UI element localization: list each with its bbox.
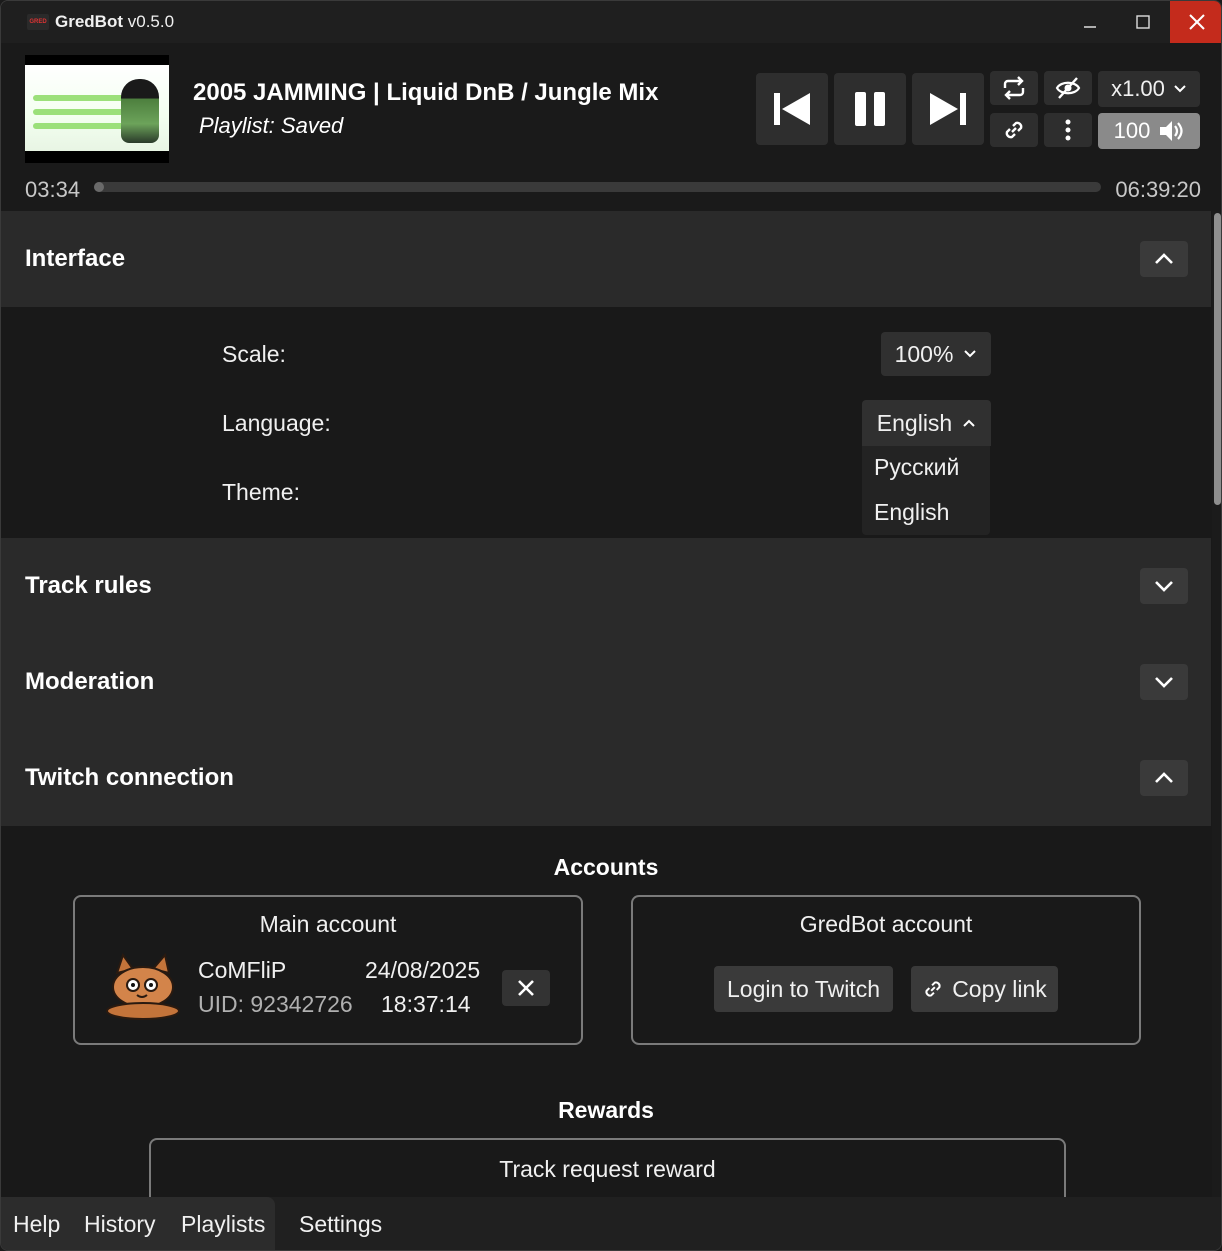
scale-value: 100% xyxy=(894,340,954,367)
maximize-button[interactable] xyxy=(1116,1,1169,43)
link-icon xyxy=(1005,121,1023,139)
app-title: GredBot v0.5.0 xyxy=(55,12,174,32)
title-bar: GRED GredBot v0.5.0 xyxy=(1,1,1221,43)
progress-bar[interactable] xyxy=(94,182,1101,192)
reward-title: Track request reward xyxy=(499,1156,716,1182)
scale-label: Scale: xyxy=(222,341,286,367)
section-twitch-header[interactable]: Twitch connection xyxy=(1,730,1211,826)
speaker-icon xyxy=(1160,121,1183,141)
volume-control[interactable]: 100 xyxy=(1098,113,1200,149)
collapse-button[interactable] xyxy=(1140,760,1188,796)
next-icon xyxy=(930,93,966,125)
previous-icon xyxy=(774,93,810,125)
thumbnail-stripe xyxy=(33,109,133,115)
close-icon xyxy=(1188,14,1205,30)
card-title: GredBot account xyxy=(799,911,973,937)
tab-help[interactable]: Help xyxy=(13,1211,60,1238)
speed-value: x1.00 xyxy=(1111,76,1165,101)
avatar xyxy=(106,952,180,1020)
link-button[interactable] xyxy=(990,113,1038,147)
repeat-button[interactable] xyxy=(990,71,1038,105)
chevron-down-icon xyxy=(1174,85,1186,93)
volume-value: 100 xyxy=(1113,118,1151,143)
next-button[interactable] xyxy=(912,73,984,145)
close-button[interactable] xyxy=(1170,1,1221,43)
tab-settings[interactable]: Settings xyxy=(299,1211,382,1238)
link-icon xyxy=(925,981,941,997)
account-time: 18:37:14 xyxy=(381,991,471,1017)
scrollbar[interactable] xyxy=(1212,211,1221,1197)
expand-button[interactable] xyxy=(1140,664,1188,700)
tab-playlists[interactable]: Playlists xyxy=(181,1211,265,1238)
account-username: CoMFliP xyxy=(198,957,287,983)
minimize-button[interactable] xyxy=(1063,1,1116,43)
playlist-label: Playlist: Saved xyxy=(199,113,344,138)
progress-fill xyxy=(94,182,104,192)
collapse-button[interactable] xyxy=(1140,241,1188,277)
accounts-heading: Accounts xyxy=(553,854,659,880)
chevron-down-icon xyxy=(964,350,977,358)
section-title: Track rules xyxy=(25,572,152,599)
settings-content: Interface Scale: 100% Language: English … xyxy=(1,211,1211,1197)
tab-history[interactable]: History xyxy=(84,1211,156,1238)
scale-select[interactable]: 100% xyxy=(881,332,991,376)
language-dropdown-menu: Русский English xyxy=(862,446,990,535)
rewards-heading: Rewards xyxy=(558,1097,654,1123)
copy-link-button[interactable]: Copy link xyxy=(911,966,1058,1012)
thumbnail-image xyxy=(25,65,169,151)
language-option-english[interactable]: English xyxy=(874,499,949,526)
minimize-icon xyxy=(1083,26,1096,28)
close-icon xyxy=(518,980,534,996)
main-account-card: Main account CoMFliP UID: 92342726 24/08… xyxy=(73,895,583,1045)
speed-select[interactable]: x1.00 xyxy=(1098,71,1200,107)
app-logo-icon: GRED xyxy=(27,14,49,30)
login-twitch-label: Login to Twitch xyxy=(726,975,880,1002)
chevron-down-icon xyxy=(1155,581,1173,592)
track-thumbnail[interactable] xyxy=(25,55,169,163)
language-select[interactable]: English xyxy=(862,400,991,446)
app-name: GredBot xyxy=(55,12,123,31)
hide-button[interactable] xyxy=(1044,71,1092,105)
time-current: 03:34 xyxy=(25,177,81,202)
login-twitch-button[interactable]: Login to Twitch xyxy=(714,966,893,1012)
expand-button[interactable] xyxy=(1140,568,1188,604)
app-window: GRED GredBot v0.5.0 2005 JAMMING | Liqui… xyxy=(0,0,1222,1251)
hidden-eye-icon xyxy=(1055,77,1081,99)
language-value: English xyxy=(876,409,953,436)
app-version: v0.5.0 xyxy=(127,12,175,31)
section-interface-header[interactable]: Interface xyxy=(1,211,1211,307)
repeat-icon xyxy=(1003,76,1025,100)
time-total: 06:39:20 xyxy=(1115,177,1201,202)
copy-link-label: Copy link xyxy=(952,975,1047,1002)
chevron-up-icon xyxy=(1155,772,1173,783)
track-request-reward-card: Track request reward xyxy=(149,1138,1066,1197)
scrollbar-thumb[interactable] xyxy=(1214,213,1221,505)
previous-button[interactable] xyxy=(756,73,828,145)
more-vertical-icon xyxy=(1065,119,1071,141)
pause-icon xyxy=(855,92,885,126)
player-bar: 2005 JAMMING | Liquid DnB / Jungle Mix P… xyxy=(1,43,1221,211)
account-date: 24/08/2025 xyxy=(365,957,481,983)
thumbnail-figure xyxy=(121,79,159,143)
language-option-russian[interactable]: Русский xyxy=(874,454,959,481)
section-title: Moderation xyxy=(25,668,155,695)
chevron-up-icon xyxy=(1155,253,1173,264)
chevron-down-icon xyxy=(1155,677,1173,688)
section-track-rules-header[interactable]: Track rules xyxy=(1,538,1211,634)
remove-account-button[interactable] xyxy=(502,970,550,1006)
section-title: Twitch connection xyxy=(25,764,234,791)
section-title: Interface xyxy=(25,245,126,272)
theme-label: Theme: xyxy=(222,479,300,505)
maximize-icon xyxy=(1135,15,1150,29)
track-title: 2005 JAMMING | Liquid DnB / Jungle Mix xyxy=(193,79,659,106)
account-uid: UID: 92342726 xyxy=(198,991,353,1017)
chevron-up-icon xyxy=(963,419,975,427)
bottom-nav: Help History Playlists Settings xyxy=(1,1197,1221,1250)
pause-button[interactable] xyxy=(834,73,906,145)
card-title: Main account xyxy=(259,911,397,937)
section-moderation-header[interactable]: Moderation xyxy=(1,634,1211,730)
more-button[interactable] xyxy=(1044,113,1092,147)
language-label: Language: xyxy=(222,410,331,436)
bot-account-card: GredBot account Login to Twitch Copy lin… xyxy=(631,895,1141,1045)
